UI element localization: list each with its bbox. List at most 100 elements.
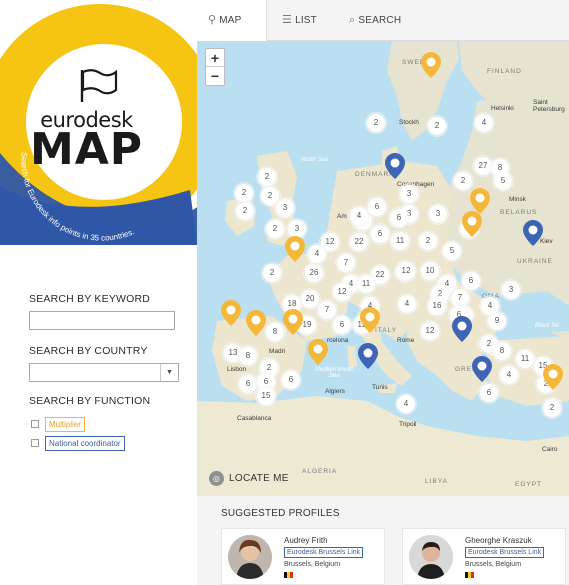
map-label-mediterranean: Mediterranean Sea xyxy=(315,367,354,379)
tab-map-label: MAP xyxy=(219,15,242,26)
cluster-marker[interactable]: 3 xyxy=(276,199,294,217)
crosshair-icon: ◎ xyxy=(209,470,224,486)
cluster-marker[interactable]: 6 xyxy=(450,306,468,324)
map-view[interactable]: SWEDEN FINLAND Stockh Helsinki Saint Pet… xyxy=(197,41,569,496)
list-icon: ☰ xyxy=(282,14,293,26)
map-label-rome: Rome xyxy=(397,337,415,344)
map-label-denmark: DENMARK xyxy=(355,171,395,178)
cluster-marker[interactable]: 7 xyxy=(451,289,469,307)
cluster-marker[interactable]: 6 xyxy=(333,316,351,334)
cluster-marker[interactable]: 27 xyxy=(474,157,492,175)
map-label-sweden: SWEDEN xyxy=(402,59,437,66)
profile-city: Brussels, Belgium xyxy=(465,561,522,568)
tab-list[interactable]: ☰ LIST xyxy=(271,0,337,41)
cluster-marker[interactable]: 2 xyxy=(235,184,253,202)
cluster-marker[interactable]: 11 xyxy=(357,275,375,293)
zoom-in-button[interactable]: + xyxy=(206,49,224,67)
map-label-north-sea: North Sea xyxy=(301,157,329,163)
national-coordinator-tag[interactable]: National coordinator xyxy=(45,436,125,451)
cluster-marker[interactable]: 8 xyxy=(493,342,511,360)
tab-search-results[interactable]: ⌕SEARCH RESULTS xyxy=(338,0,458,67)
cluster-marker[interactable]: 4 xyxy=(475,114,493,132)
cluster-marker[interactable]: 2 xyxy=(367,114,385,132)
cluster-marker[interactable]: 4 xyxy=(361,297,379,315)
cluster-marker[interactable]: 3 xyxy=(288,220,306,238)
cluster-marker[interactable]: 2 xyxy=(454,172,472,190)
cluster-marker[interactable]: 3 xyxy=(400,185,418,203)
cluster-marker[interactable]: 4 xyxy=(308,245,326,263)
cluster-marker[interactable]: 6 xyxy=(371,225,389,243)
cluster-marker[interactable]: 16 xyxy=(428,297,446,315)
cluster-marker[interactable]: 2 xyxy=(419,232,437,250)
profile-org-tag: Eurodesk Brussels Link xyxy=(284,547,364,558)
cluster-marker[interactable]: 12 xyxy=(333,283,351,301)
cluster-marker[interactable]: 2 xyxy=(266,220,284,238)
country-select[interactable]: ▼ xyxy=(29,363,179,382)
cluster-marker[interactable]: 15 xyxy=(534,357,552,375)
map-label-stockholm: Stockh xyxy=(399,119,419,126)
map-label-greece: GREE xyxy=(455,366,478,373)
cluster-marker[interactable]: 7 xyxy=(337,254,355,272)
cluster-marker[interactable]: 4 xyxy=(397,395,415,413)
cluster-marker[interactable]: 8 xyxy=(266,323,284,341)
avatar xyxy=(228,535,272,579)
national-coordinator-checkbox[interactable] xyxy=(31,439,39,447)
cluster-marker[interactable]: 12 xyxy=(353,316,371,334)
zoom-out-button[interactable]: − xyxy=(206,67,224,85)
cluster-marker[interactable]: 12 xyxy=(397,262,415,280)
profile-card[interactable]: Audrey Frith Eurodesk Brussels Link Brus… xyxy=(221,528,385,585)
cluster-marker[interactable]: 5 xyxy=(443,242,461,260)
cluster-marker[interactable]: 2 xyxy=(543,399,561,417)
cluster-marker[interactable]: 4 xyxy=(500,366,518,384)
profile-card[interactable]: Gheorghe Kraszuk Eurodesk Brussels Link … xyxy=(402,528,566,585)
cluster-marker[interactable]: 8 xyxy=(239,347,257,365)
cluster-marker[interactable]: 2 xyxy=(258,168,276,186)
cluster-marker[interactable]: 3 xyxy=(429,205,447,223)
cluster-marker[interactable]: 2 xyxy=(428,117,446,135)
cluster-marker[interactable]: 6 xyxy=(239,375,257,393)
cluster-marker[interactable]: 26 xyxy=(305,264,323,282)
cluster-marker[interactable]: 3 xyxy=(502,281,520,299)
cluster-marker[interactable]: 6 xyxy=(390,209,408,227)
cluster-marker[interactable]: 7 xyxy=(318,301,336,319)
cluster-marker[interactable]: 6 xyxy=(282,371,300,389)
cluster-marker[interactable]: 4 xyxy=(481,297,499,315)
cluster-marker[interactable]: 19 xyxy=(298,316,316,334)
locate-me-button[interactable]: ◎ LOCATE ME xyxy=(209,468,289,488)
cluster-marker[interactable]: 20 xyxy=(301,290,319,308)
cluster-marker[interactable]: 2 xyxy=(236,202,254,220)
cluster-marker[interactable]: 2 xyxy=(263,264,281,282)
chevron-down-icon[interactable]: ▼ xyxy=(160,364,178,381)
map-label-algeria: ALGERIA xyxy=(302,468,338,475)
map-label-algiers: Algiers xyxy=(325,388,345,395)
multiplier-checkbox[interactable] xyxy=(31,420,39,428)
suggested-profiles-title: SUGGESTED PROFILES xyxy=(221,508,340,519)
cluster-marker[interactable]: 11 xyxy=(516,350,534,368)
keyword-input[interactable] xyxy=(29,311,175,330)
map-label-casablanca: Casablanca xyxy=(237,415,272,422)
profile-org-tag: Eurodesk Brussels Link xyxy=(465,547,545,558)
cluster-marker[interactable]: 6 xyxy=(462,272,480,290)
cluster-marker[interactable]: 22 xyxy=(350,233,368,251)
cluster-marker[interactable]: 2 xyxy=(261,187,279,205)
cluster-marker[interactable]: 4 xyxy=(350,207,368,225)
cluster-marker[interactable]: 10 xyxy=(421,262,439,280)
multiplier-tag[interactable]: Multiplier xyxy=(45,417,86,432)
map-label-saint-petersburg: Saint Petersburg xyxy=(533,99,565,113)
cluster-marker[interactable]: 11 xyxy=(391,232,409,250)
cluster-marker[interactable]: 6 xyxy=(368,198,386,216)
eurodesk-logo[interactable]: Search for Eurodesk info points in 35 co… xyxy=(0,0,197,245)
cluster-marker[interactable]: 15 xyxy=(257,387,275,405)
cluster-marker[interactable]: 4 xyxy=(398,295,416,313)
tab-map[interactable]: ⚲ MAP xyxy=(197,0,267,42)
locate-me-label: LOCATE ME xyxy=(229,472,289,484)
cluster-marker[interactable]: 2 xyxy=(537,375,555,393)
map-label-belarus: BELARUS xyxy=(500,209,538,216)
map-label-barcelona: rcelona xyxy=(327,337,349,344)
cluster-marker[interactable]: 5 xyxy=(494,172,512,190)
cluster-marker[interactable]: 5 xyxy=(460,220,478,238)
cluster-marker[interactable]: 12 xyxy=(421,322,439,340)
cluster-marker[interactable]: 18 xyxy=(283,295,301,313)
map-label-kiev: Kiev xyxy=(540,238,553,245)
cluster-marker[interactable]: 6 xyxy=(480,384,498,402)
